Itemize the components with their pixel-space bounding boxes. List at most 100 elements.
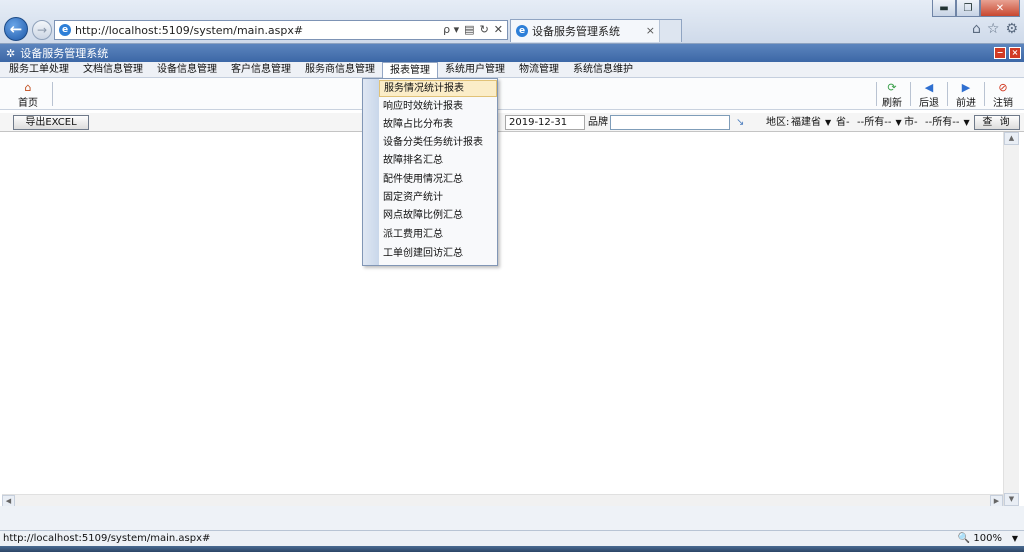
status-bar: http://localhost:5109/system/main.aspx# … xyxy=(0,530,1024,546)
zoom-level[interactable]: 🔍 100% xyxy=(958,531,1002,546)
province-label: 省- xyxy=(836,117,850,128)
tab-page-icon: e xyxy=(516,25,528,37)
toolbar-separator xyxy=(947,82,948,106)
app-titlebar: ✲ 设备服务管理系统 − × xyxy=(0,44,1024,62)
menu-logistics[interactable]: 物流管理 xyxy=(512,62,566,78)
city-label: 市- xyxy=(904,117,918,128)
page-icon: e xyxy=(59,24,71,36)
menu-gutter xyxy=(363,79,379,265)
province-select-value: --所有-- xyxy=(857,117,892,128)
toolbar-separator xyxy=(910,82,911,106)
forward-button[interactable]: ▶ 前进 xyxy=(954,81,978,109)
menu-system[interactable]: 系统信息维护 xyxy=(566,62,640,78)
tools-icon[interactable]: ⚙ xyxy=(1005,21,1018,37)
app-title: 设备服务管理系统 xyxy=(20,47,109,60)
menu-item-dispatch-costs[interactable]: 派工费用汇总 xyxy=(379,226,497,243)
region-label: 地区: xyxy=(766,117,790,128)
city-select-value: --所有-- xyxy=(925,117,960,128)
menu-service-orders[interactable]: 服务工单处理 xyxy=(2,62,76,78)
chevron-down-icon: ▼ xyxy=(825,118,832,127)
filter-bar: 导出EXCEL 2019-12-31 品牌 ↘ 地区: 福建省 ▼ 省- --所有… xyxy=(0,113,1024,132)
browser-toolbar-icons: ⌂ ☆ ⚙ xyxy=(972,21,1018,37)
refresh-button[interactable]: ⟳ 刷新 xyxy=(880,81,904,109)
address-url[interactable]: http://localhost:5109/system/main.aspx# xyxy=(75,24,303,37)
report-content-area: ▲ ▼ ◀ ▶ xyxy=(0,132,1024,530)
back-button-label: 后退 xyxy=(919,98,939,109)
toolbar-separator xyxy=(876,82,877,106)
province-select[interactable]: --所有-- ▼ xyxy=(856,115,903,130)
app-minimize-button[interactable]: − xyxy=(994,47,1006,59)
refresh-icon: ⟳ xyxy=(887,81,897,94)
menu-item-fixed-assets[interactable]: 固定资产统计 xyxy=(379,189,497,206)
app-window-controls: − × xyxy=(994,47,1021,59)
toolbar-separator xyxy=(52,82,53,106)
logout-icon: ⊘ xyxy=(998,81,1008,94)
city-select[interactable]: --所有-- ▼ xyxy=(924,115,971,130)
menu-documents[interactable]: 文档信息管理 xyxy=(76,62,150,78)
app-close-button[interactable]: × xyxy=(1009,47,1021,59)
chevron-down-icon: ▼ xyxy=(963,118,970,127)
search-icon[interactable]: ↘ xyxy=(736,115,744,130)
back-button[interactable]: ◀ 后退 xyxy=(917,81,941,109)
refresh-button-label: 刷新 xyxy=(882,98,902,109)
maximize-window-button[interactable]: ❐ xyxy=(956,0,980,17)
menu-item-fault-ranking[interactable]: 故障排名汇总 xyxy=(379,152,497,169)
close-window-button[interactable]: ✕ xyxy=(980,0,1020,17)
menu-users[interactable]: 系统用户管理 xyxy=(438,62,512,78)
menu-item-device-category-stats[interactable]: 设备分类任务统计报表 xyxy=(379,134,497,151)
query-button[interactable]: 查 询 xyxy=(974,115,1020,130)
window-controls: ▬ ❐ ✕ xyxy=(932,0,1020,17)
tab-close-icon[interactable]: × xyxy=(646,24,655,37)
menu-item-response-stats[interactable]: 响应时效统计报表 xyxy=(379,98,497,115)
favorites-icon[interactable]: ☆ xyxy=(987,21,1000,37)
browser-tab[interactable]: e 设备服务管理系统 × xyxy=(510,19,682,42)
menu-item-fault-distribution[interactable]: 故障占比分布表 xyxy=(379,116,497,133)
toolbar: ⌂ 首页 ⟳ 刷新 ◀ 后退 ▶ 前进 ⊘ 注销 xyxy=(0,78,1024,110)
logout-button-label: 注销 xyxy=(993,98,1013,109)
address-tools: ρ ▾ ▤ ↻ ✕ xyxy=(443,23,503,36)
forward-icon: ▶ xyxy=(961,81,971,94)
gear-icon: ✲ xyxy=(6,46,16,60)
vertical-scrollbar[interactable]: ▲ ▼ xyxy=(1003,132,1019,506)
menu-item-order-followup[interactable]: 工单创建回访汇总 xyxy=(379,245,497,262)
taskbar xyxy=(0,546,1024,552)
chevron-down-icon[interactable]: ▼ xyxy=(1012,531,1018,546)
end-date-input[interactable]: 2019-12-31 xyxy=(505,115,585,130)
home-button[interactable]: ⌂ 首页 xyxy=(14,81,42,109)
menu-providers[interactable]: 服务商信息管理 xyxy=(298,62,382,78)
refresh-icon[interactable]: ↻ xyxy=(480,23,489,36)
minimize-window-button[interactable]: ▬ xyxy=(932,0,956,17)
toolbar-separator xyxy=(984,82,985,106)
menu-devices[interactable]: 设备信息管理 xyxy=(150,62,224,78)
menu-customers[interactable]: 客户信息管理 xyxy=(224,62,298,78)
tab-title: 设备服务管理系统 xyxy=(532,25,620,38)
menu-item-parts-usage[interactable]: 配件使用情况汇总 xyxy=(379,171,497,188)
home-icon[interactable]: ⌂ xyxy=(972,21,981,37)
region-select[interactable]: 福建省 ▼ xyxy=(790,115,832,130)
scroll-up-icon[interactable]: ▲ xyxy=(1004,132,1019,145)
brand-input[interactable] xyxy=(610,115,730,130)
status-url: http://localhost:5109/system/main.aspx# xyxy=(3,533,211,544)
content-footer xyxy=(0,506,1024,530)
new-tab-button[interactable] xyxy=(659,20,681,42)
browser-back-button[interactable]: ← xyxy=(4,17,28,41)
stop-icon[interactable]: ✕ xyxy=(494,23,503,36)
scroll-down-icon[interactable]: ▼ xyxy=(1004,493,1019,506)
compatibility-icon[interactable]: ▤ xyxy=(464,23,474,36)
menu-item-service-stats[interactable]: 服务情况统计报表 xyxy=(379,80,497,97)
browser-chrome: ▬ ❐ ✕ ← → e http://localhost:5109/system… xyxy=(0,0,1024,44)
logout-button[interactable]: ⊘ 注销 xyxy=(991,81,1015,109)
menu-bar: 服务工单处理 文档信息管理 设备信息管理 客户信息管理 服务商信息管理 报表管理… xyxy=(0,61,1024,78)
search-icon[interactable]: ρ ▾ xyxy=(443,23,459,36)
zoom-value: 100% xyxy=(973,533,1002,544)
export-excel-button[interactable]: 导出EXCEL xyxy=(13,115,89,130)
home-icon: ⌂ xyxy=(24,81,32,94)
menu-reports[interactable]: 报表管理 xyxy=(382,61,438,78)
menu-item-outlet-fault-ratio[interactable]: 网点故障比例汇总 xyxy=(379,207,497,224)
browser-forward-button[interactable]: → xyxy=(32,20,52,40)
reports-dropdown-menu: 服务情况统计报表 响应时效统计报表 故障占比分布表 设备分类任务统计报表 故障排… xyxy=(362,78,498,266)
address-bar[interactable]: e http://localhost:5109/system/main.aspx… xyxy=(54,20,508,40)
forward-button-label: 前进 xyxy=(956,98,976,109)
brand-label: 品牌 xyxy=(588,117,608,128)
region-select-value: 福建省 xyxy=(791,117,821,128)
